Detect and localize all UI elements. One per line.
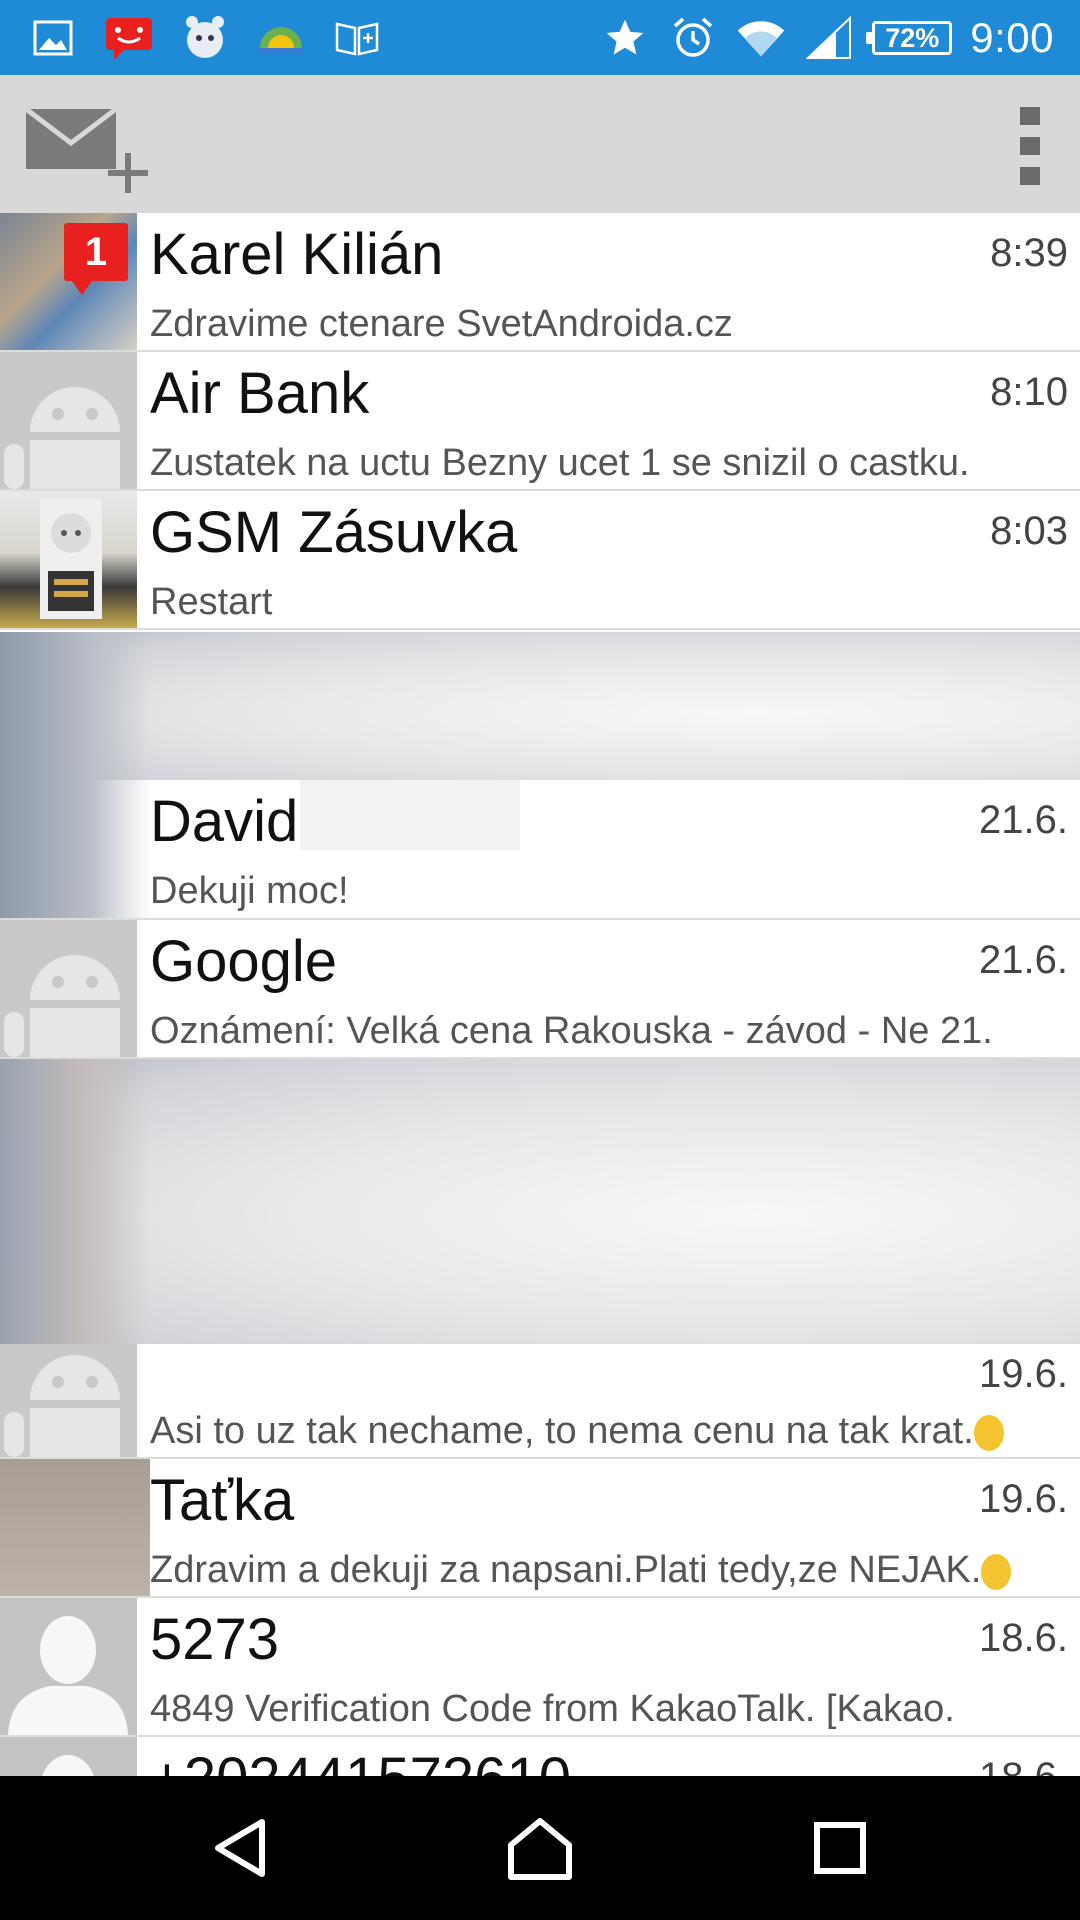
contact-name: Taťka: [150, 1468, 295, 1533]
contact-name: Air Bank: [150, 361, 370, 426]
person-silhouette-avatar[interactable]: [0, 1737, 137, 1776]
star-icon: [600, 13, 650, 63]
person-silhouette-avatar[interactable]: [0, 1598, 137, 1735]
person-silhouette-icon: [0, 1598, 137, 1735]
battery-icon: 72%: [866, 21, 953, 55]
overflow-menu-button[interactable]: [1010, 101, 1050, 189]
message-time: 21.6.: [979, 798, 1068, 842]
status-time: 9:00: [970, 14, 1054, 61]
contact-name: +202441572610: [150, 1745, 571, 1776]
contact-name: David: [150, 789, 299, 854]
conversation-row[interactable]: +202441572610 18.6.: [0, 1737, 1080, 1776]
android-default-avatar[interactable]: [0, 352, 137, 489]
message-preview: Zdravime ctenare SvetAndroida.cz: [150, 303, 733, 345]
android-default-avatar[interactable]: [0, 1344, 137, 1457]
android-icon: [4, 955, 120, 1057]
blurred-avatar: [0, 1059, 150, 1344]
status-bar: 72% 9:00: [0, 0, 1080, 75]
socket-photo: [40, 499, 102, 619]
android-default-avatar[interactable]: [0, 920, 137, 1057]
contact-name: Google: [150, 929, 338, 994]
message-preview: Zustatek na uctu Bezny ucet 1 se snizil …: [150, 442, 970, 484]
alarm-clock-icon: [668, 13, 718, 63]
message-preview: 4849 Verification Code from KakaoTalk. […: [150, 1688, 955, 1730]
contact-name: 5273: [150, 1607, 280, 1672]
conversation-row[interactable]: David 21.6. Dekuji moc!: [0, 780, 1080, 920]
emoji-icon: [973, 1414, 1004, 1451]
navigation-bar: [0, 1776, 1080, 1920]
blurred-region: [0, 632, 1080, 780]
message-time: 8:10: [990, 370, 1068, 414]
home-icon: [508, 1818, 572, 1880]
message-time: 21.6.: [979, 938, 1068, 982]
battery-percent: 72%: [885, 22, 940, 53]
gallery-icon: [28, 13, 78, 63]
action-bar: [0, 75, 1080, 213]
android-icon: [4, 1355, 120, 1457]
back-button[interactable]: [200, 1810, 280, 1886]
compose-message-icon: [24, 107, 148, 193]
android-icon: [4, 387, 120, 489]
weather-icon: [256, 13, 306, 63]
message-preview-text: Zdravim a dekuji za napsani.Plati tedy,z…: [150, 1549, 982, 1591]
conversation-list[interactable]: 1 Karel Kilián 8:39 Zdravime ctenare Sve…: [0, 213, 1080, 1776]
home-button[interactable]: [500, 1810, 580, 1886]
message-time: 18.6.: [979, 1755, 1068, 1776]
message-preview: Dekuji moc!: [150, 870, 349, 912]
redacted-name: [300, 780, 520, 850]
message-preview-text: Asi to uz tak nechame, to nema cenu na t…: [150, 1410, 974, 1452]
overflow-menu-icon: [1020, 107, 1040, 185]
message-preview: Asi to uz tak nechame, to nema cenu na t…: [150, 1410, 1070, 1453]
contact-avatar[interactable]: [0, 491, 137, 628]
conversation-row[interactable]: Google 21.6. Oznámení: Velká cena Rakous…: [0, 920, 1080, 1059]
message-preview: Oznámení: Velká cena Rakouska - závod - …: [150, 1010, 993, 1052]
contact-name: GSM Zásuvka: [150, 500, 518, 565]
blurred-region: [0, 1059, 1080, 1344]
message-preview: Zdravim a dekuji za napsani.Plati tedy,z…: [150, 1549, 1070, 1592]
message-time: 19.6.: [979, 1352, 1068, 1396]
signal-icon: [804, 13, 854, 63]
unread-badge: 1: [64, 223, 128, 295]
contact-avatar[interactable]: [0, 1459, 150, 1596]
conversation-row[interactable]: Air Bank 8:10 Zustatek na uctu Bezny uce…: [0, 352, 1080, 491]
conversation-row[interactable]: 19.6. Asi to uz tak nechame, to nema cen…: [0, 1344, 1080, 1459]
reader-icon: [332, 13, 382, 63]
conversation-row[interactable]: Taťka 19.6. Zdravim a dekuji za napsani.…: [0, 1459, 1080, 1598]
message-time: 8:39: [990, 231, 1068, 275]
alarm-app-icon: [180, 13, 230, 63]
message-time: 18.6.: [979, 1616, 1068, 1660]
contact-name: Karel Kilián: [150, 222, 444, 287]
person-silhouette-icon: [0, 1737, 137, 1776]
conversation-row[interactable]: 1 Karel Kilián 8:39 Zdravime ctenare Sve…: [0, 213, 1080, 352]
conversation-row[interactable]: 5273 18.6. 4849 Verification Code from K…: [0, 1598, 1080, 1737]
emoji-icon: [981, 1553, 1012, 1590]
compose-message-button[interactable]: [22, 91, 154, 201]
recents-icon: [814, 1822, 866, 1874]
message-time: 8:03: [990, 509, 1068, 553]
message-preview: Restart: [150, 581, 273, 623]
conversation-row[interactable]: GSM Zásuvka 8:03 Restart: [0, 491, 1080, 630]
wifi-icon: [736, 13, 786, 63]
back-icon: [215, 1819, 265, 1877]
messages-notification-icon: [104, 13, 154, 63]
recents-button[interactable]: [800, 1810, 880, 1886]
message-time: 19.6.: [979, 1477, 1068, 1521]
